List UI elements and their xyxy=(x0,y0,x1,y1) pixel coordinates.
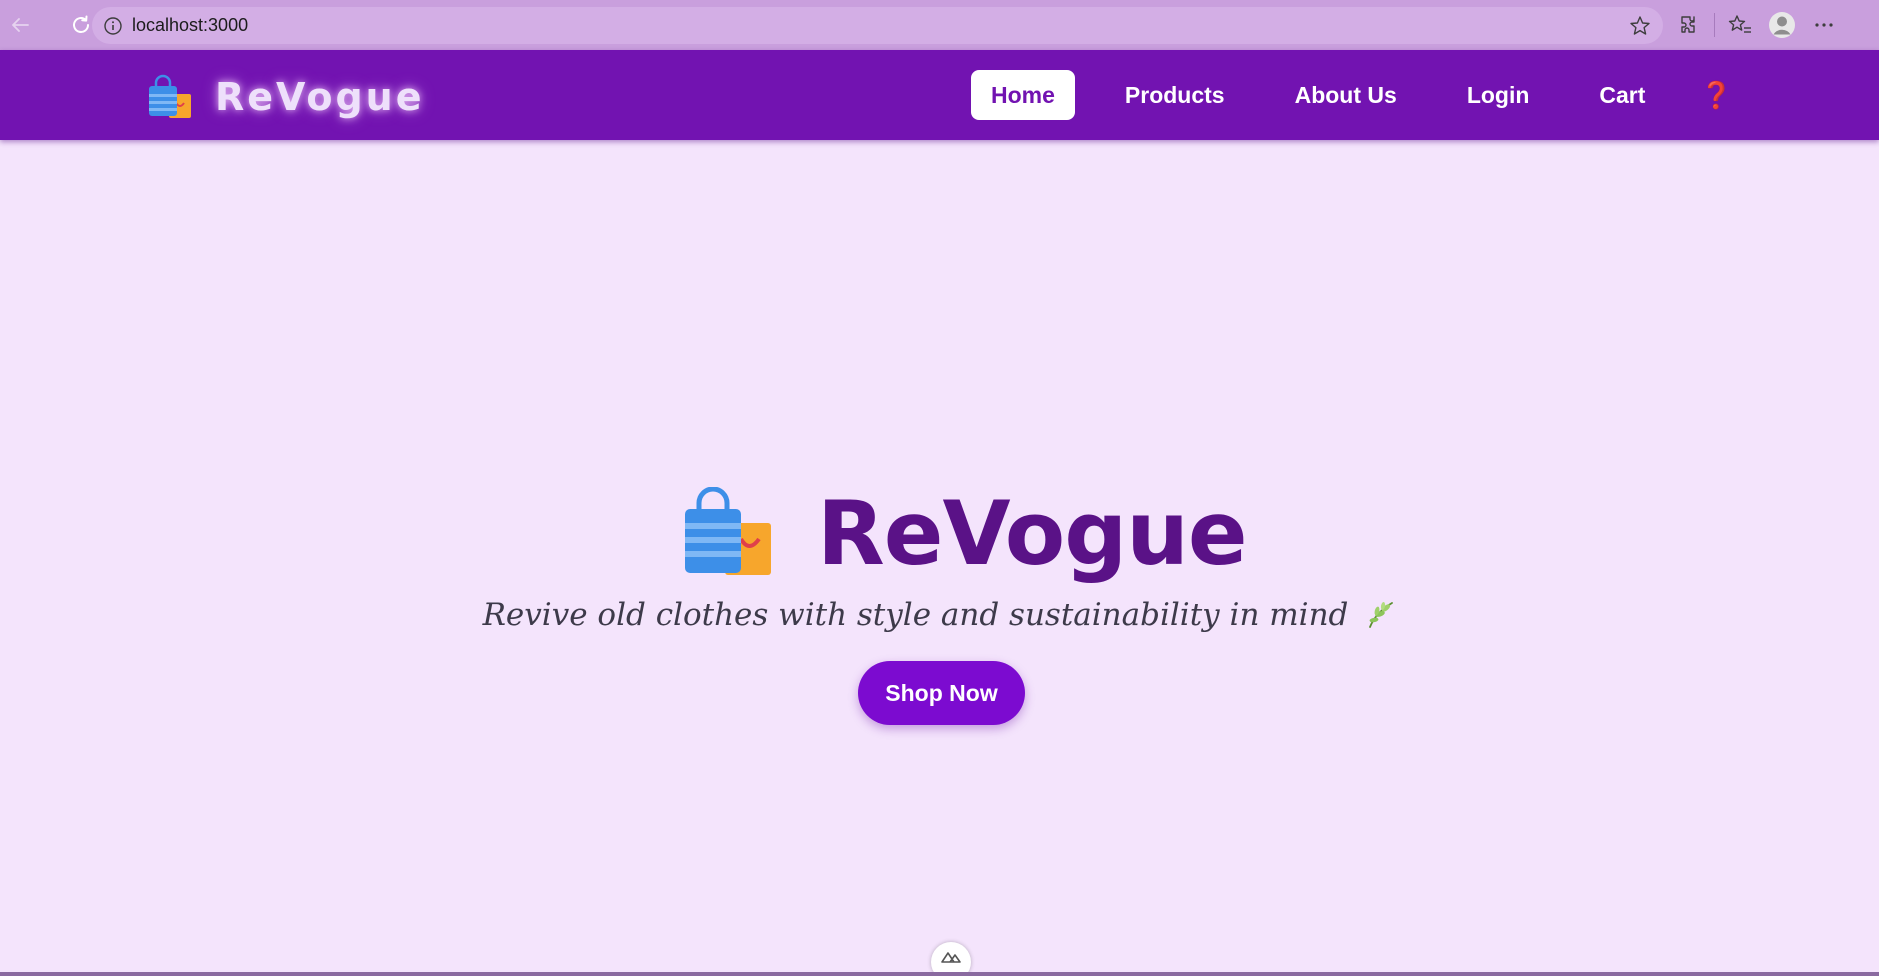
back-arrow-icon xyxy=(12,18,29,32)
nav-link-cart[interactable]: Cart xyxy=(1579,70,1665,120)
address-bar[interactable]: localhost:3000 xyxy=(92,7,1663,44)
nav-link-home[interactable]: Home xyxy=(971,70,1075,120)
favorites-icon xyxy=(1728,15,1751,33)
favorites-button[interactable] xyxy=(1719,5,1761,45)
brand-name: ReVogue xyxy=(215,75,425,119)
hero-title: ReVogue xyxy=(817,481,1248,585)
hero-subtitle: Revive old clothes with style and sustai… xyxy=(482,597,1349,633)
browser-actions xyxy=(1668,5,1845,45)
leaf-icon xyxy=(1369,602,1394,628)
hero-section: ReVogue Revive old clothes with style an… xyxy=(0,140,1879,970)
window-bottom-border xyxy=(0,972,1879,976)
mountain-logo-icon xyxy=(941,952,961,963)
nav-link-login[interactable]: Login xyxy=(1447,70,1550,120)
nav-links: Home Products About Us Login Cart ❓ xyxy=(971,70,1733,120)
back-button[interactable] xyxy=(0,5,40,45)
url-text: localhost:3000 xyxy=(132,15,249,35)
brand-logo[interactable]: ReVogue xyxy=(147,74,425,120)
dev-tools-badge[interactable] xyxy=(931,942,971,976)
browser-toolbar: localhost:3000 xyxy=(0,0,1879,50)
shop-now-button[interactable]: Shop Now xyxy=(858,661,1025,725)
nav-link-products[interactable]: Products xyxy=(1105,70,1245,120)
nav-link-about-us[interactable]: About Us xyxy=(1275,70,1417,120)
reload-icon xyxy=(73,15,89,33)
more-button[interactable] xyxy=(1803,5,1845,45)
site-navbar: ReVogue Home Products About Us Login Car… xyxy=(0,50,1879,140)
profile-icon xyxy=(1769,12,1795,38)
shopping-bags-icon xyxy=(685,487,771,575)
more-icon xyxy=(1815,23,1833,27)
profile-button[interactable] xyxy=(1761,5,1803,45)
toolbar-separator xyxy=(1714,13,1715,37)
hero-title-row: ReVogue xyxy=(683,478,1248,588)
info-icon[interactable] xyxy=(102,15,124,37)
extensions-icon xyxy=(1681,16,1695,33)
help-icon[interactable]: ❓ xyxy=(1700,70,1732,120)
shopping-bags-icon xyxy=(149,74,191,118)
star-icon[interactable] xyxy=(1625,11,1655,41)
hero-subtitle-row: Revive old clothes with style and sustai… xyxy=(0,597,1879,633)
extensions-button[interactable] xyxy=(1668,5,1710,45)
